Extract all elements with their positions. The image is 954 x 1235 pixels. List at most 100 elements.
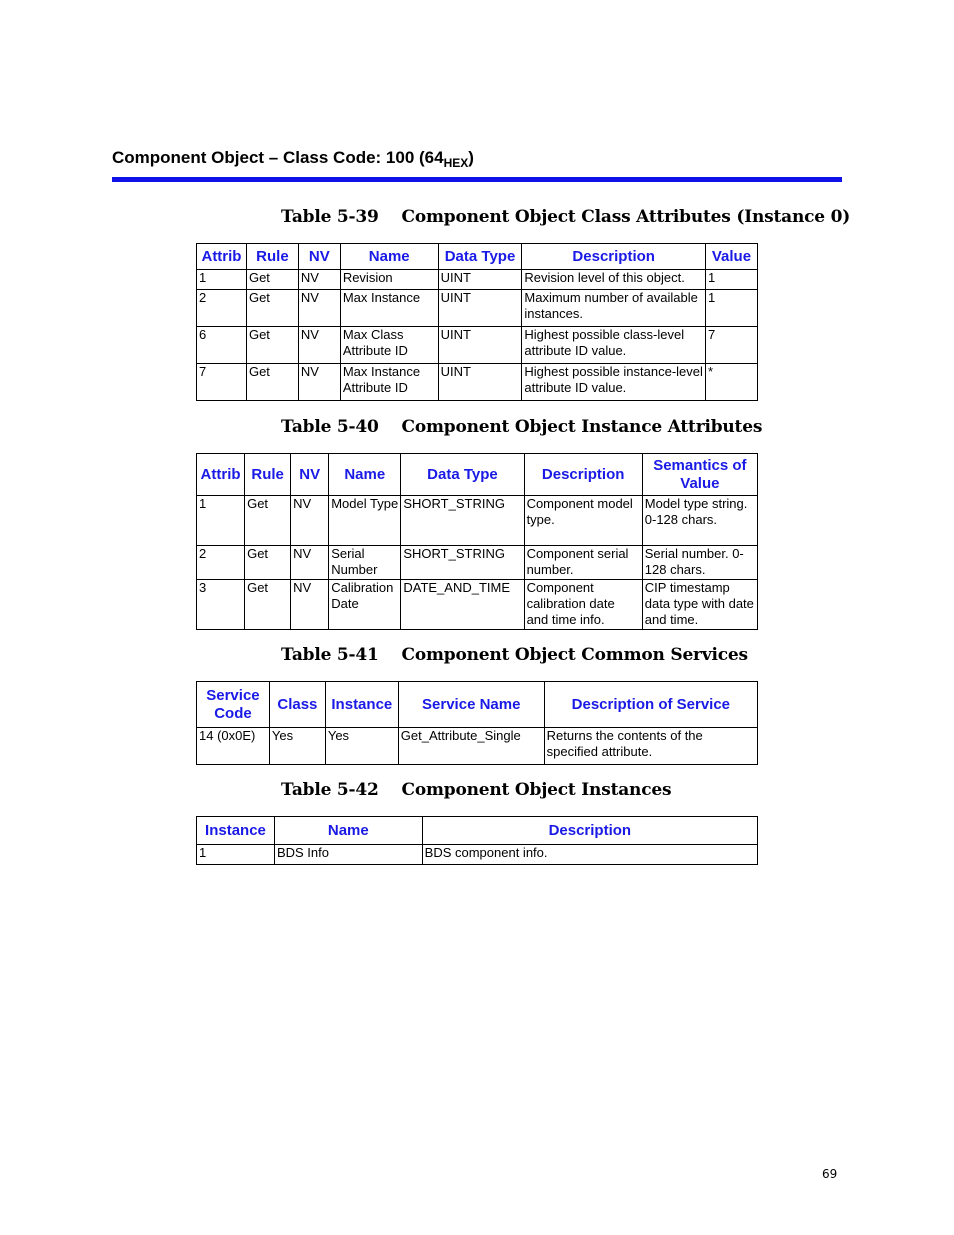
cell-instance: Yes (324, 727, 399, 765)
cell-rule: Get (245, 326, 299, 364)
cell-attrib: 7 (196, 363, 247, 401)
header-semantics-of-value: Semantics of Value (641, 453, 759, 496)
cell-description: Highest possible instance-level attribut… (521, 363, 706, 401)
header-description: Description (521, 243, 706, 270)
cell-name: Model Type (328, 495, 402, 546)
table-row: 14 (0x0E) Yes Yes Get_Attribute_Single R… (196, 727, 759, 765)
cell-nv: NV (297, 289, 341, 327)
cell-rule: Get (245, 363, 299, 401)
common-services-table: Service Code Class Instance Service Name… (196, 681, 759, 765)
header-description: Description (421, 816, 759, 845)
header-nv: NV (290, 453, 330, 496)
class-attributes-table: Attrib Rule NV Name Data Type Descriptio… (196, 243, 759, 401)
header-instance: Instance (324, 681, 399, 728)
cell-rule: Get (244, 545, 292, 580)
header-name: Name (328, 453, 402, 496)
header-description: Description (523, 453, 643, 496)
cell-name: Revision (339, 269, 439, 290)
table-row: 2 Get NV Max Instance UINT Maximum numbe… (196, 289, 759, 327)
cell-attrib: 2 (196, 289, 247, 327)
header-description-of-service: Description of Service (543, 681, 759, 728)
cell-semantics: CIP timestamp data type with date and ti… (641, 579, 759, 630)
cell-description: Returns the contents of the specified at… (543, 727, 759, 765)
table-row: 1 Get NV Revision UINT Revision level of… (196, 269, 759, 290)
section-title-end: ) (468, 148, 474, 167)
instances-table: Instance Name Description 1 BDS Info BDS… (196, 816, 759, 865)
cell-nv: NV (290, 495, 330, 546)
cell-data-type: UINT (437, 289, 523, 327)
cell-data-type: SHORT_STRING (400, 495, 525, 546)
header-class: Class (268, 681, 326, 728)
cell-value: 7 (704, 326, 759, 364)
cell-rule: Get (244, 579, 292, 630)
section-title-subscript: HEX (443, 156, 469, 170)
header-service-name: Service Name (397, 681, 545, 728)
cell-name: Max Instance Attribute ID (339, 363, 439, 401)
cell-rule: Get (244, 495, 292, 546)
cell-attrib: 6 (196, 326, 247, 364)
header-value: Value (704, 243, 759, 270)
cell-nv: NV (297, 269, 341, 290)
cell-name: Max Instance (339, 289, 439, 327)
cell-name: Max Class Attribute ID (339, 326, 439, 364)
header-instance: Instance (196, 816, 275, 845)
cell-class: Yes (268, 727, 326, 765)
cell-description: Component serial number. (523, 545, 643, 580)
table-row: 3 Get NV Calibration Date DATE_AND_TIME … (195, 579, 759, 630)
table-caption-5-40: Table 5-40 Component Object Instance Att… (281, 417, 763, 437)
table-caption-5-42: Table 5-42 Component Object Instances (281, 780, 672, 800)
section-title: Component Object – Class Code: 100 (64HE… (112, 148, 474, 170)
header-rule: Rule (244, 453, 292, 496)
header-nv: NV (297, 243, 341, 270)
table-caption-5-39: Table 5-39 Component Object Class Attrib… (281, 207, 851, 227)
cell-description: Component model type. (523, 495, 643, 546)
cell-name: Calibration Date (328, 579, 402, 630)
header-attrib: Attrib (195, 453, 246, 496)
header-data-type: Data Type (400, 453, 525, 496)
cell-attrib: 2 (195, 545, 246, 580)
cell-value: 1 (704, 289, 759, 327)
cell-nv: NV (290, 579, 330, 630)
cell-nv: NV (297, 363, 341, 401)
table-row: 1 Get NV Model Type SHORT_STRING Compone… (195, 495, 759, 546)
cell-service-name: Get_Attribute_Single (397, 727, 545, 765)
cell-description: Revision level of this object. (521, 269, 706, 290)
cell-instance: 1 (196, 844, 275, 865)
table-header-row: Instance Name Description (196, 816, 759, 845)
header-rule: Rule (245, 243, 299, 270)
header-attrib: Attrib (196, 243, 247, 270)
table-row: 2 Get NV Serial Number SHORT_STRING Comp… (195, 545, 759, 580)
cell-data-type: SHORT_STRING (400, 545, 525, 580)
page-number: 69 (822, 1167, 838, 1181)
cell-value: 1 (704, 269, 759, 290)
instance-attributes-table: Attrib Rule NV Name Data Type Descriptio… (195, 453, 759, 630)
cell-nv: NV (297, 326, 341, 364)
cell-name: BDS Info (273, 844, 423, 865)
header-name: Name (339, 243, 439, 270)
cell-service-code: 14 (0x0E) (196, 727, 270, 765)
cell-attrib: 3 (195, 579, 246, 630)
cell-data-type: UINT (437, 363, 523, 401)
cell-value: * (704, 363, 759, 401)
cell-name: Serial Number (328, 545, 402, 580)
cell-rule: Get (245, 269, 299, 290)
table-header-row: Service Code Class Instance Service Name… (196, 681, 759, 728)
header-name: Name (273, 816, 423, 845)
cell-semantics: Model type string. 0-128 chars. (641, 495, 759, 546)
cell-description: Component calibration date and time info… (523, 579, 643, 630)
table-row: 6 Get NV Max Class Attribute ID UINT Hig… (196, 326, 759, 364)
table-header-row: Attrib Rule NV Name Data Type Descriptio… (195, 453, 759, 496)
table-row: 1 BDS Info BDS component info. (196, 844, 759, 865)
cell-description: Maximum number of available instances. (521, 289, 706, 327)
table-header-row: Attrib Rule NV Name Data Type Descriptio… (196, 243, 759, 270)
cell-semantics: Serial number. 0-128 chars. (641, 545, 759, 580)
header-data-type: Data Type (437, 243, 523, 270)
cell-nv: NV (290, 545, 330, 580)
cell-attrib: 1 (195, 495, 246, 546)
cell-data-type: UINT (437, 269, 523, 290)
cell-attrib: 1 (196, 269, 247, 290)
cell-description: BDS component info. (421, 844, 759, 865)
cell-data-type: UINT (437, 326, 523, 364)
section-divider (112, 177, 842, 182)
cell-description: Highest possible class-level attribute I… (521, 326, 706, 364)
